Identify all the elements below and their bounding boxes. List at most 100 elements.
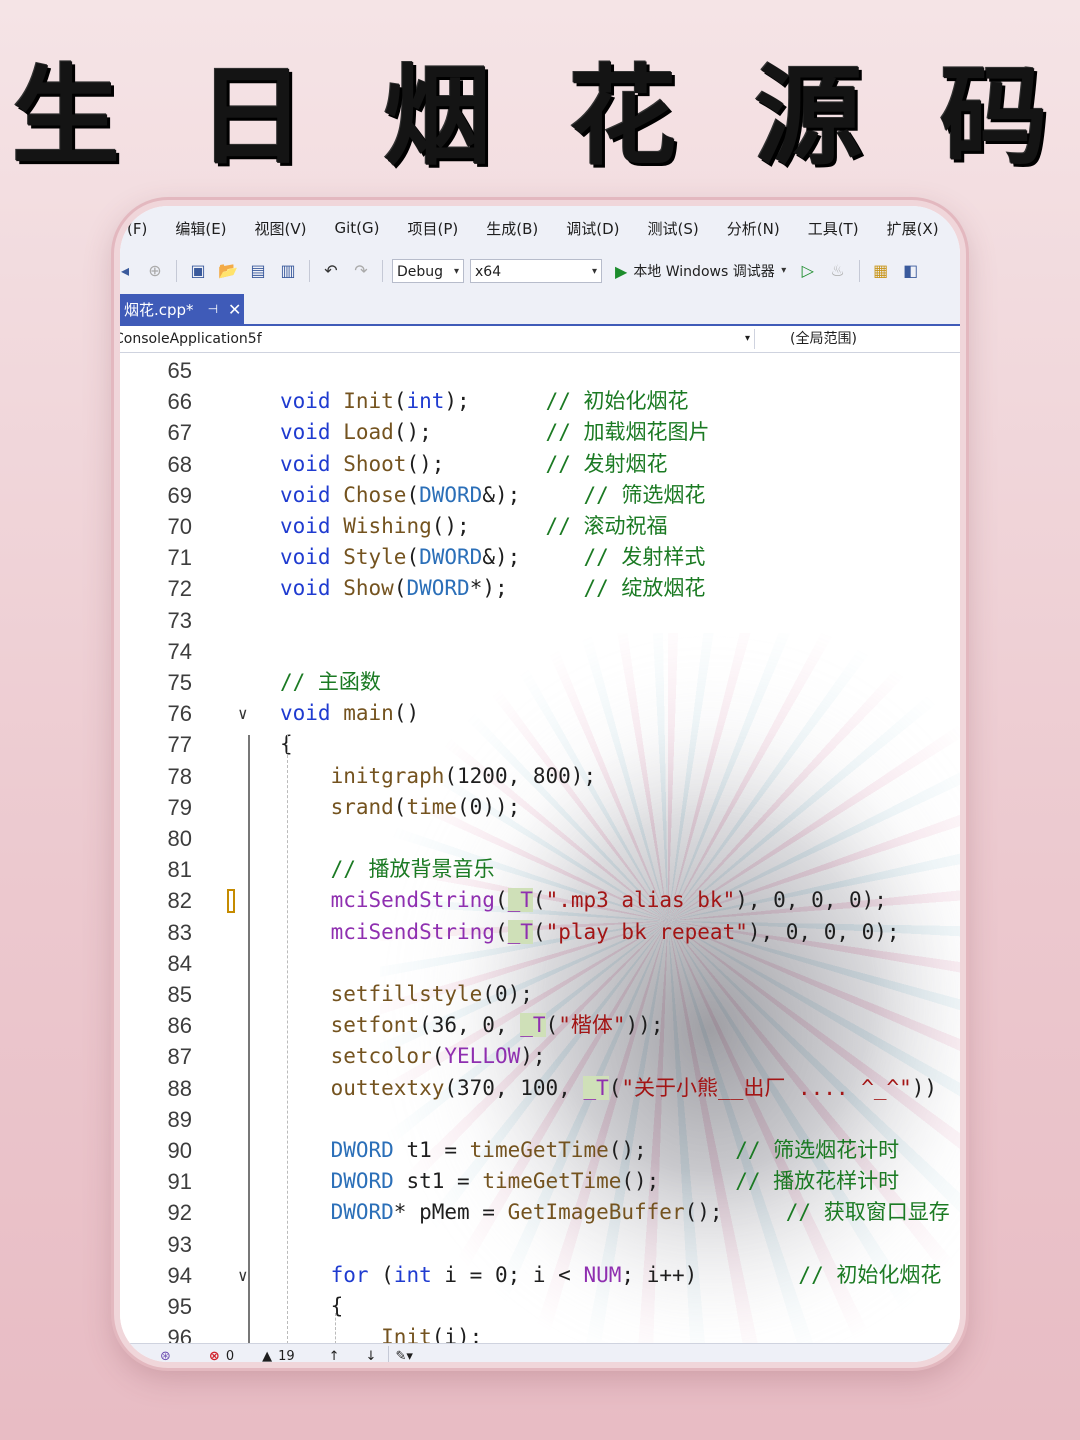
menu-item-10[interactable]: 扩展(X)	[885, 216, 941, 241]
run-without-debug-icon[interactable]: ▷	[797, 260, 819, 282]
solution-explorer-icon[interactable]: ▦	[870, 260, 892, 282]
fold-chevron-icon[interactable]: ∨	[238, 1260, 248, 1291]
code-text: void Init(int); // 初始化烟花	[280, 386, 689, 417]
save-all-icon[interactable]: ▥	[277, 260, 299, 282]
code-line[interactable]: 95 {	[120, 1291, 960, 1322]
menu-item-5[interactable]: 生成(B)	[484, 216, 540, 241]
code-line[interactable]: 88 outtextxy(370, 100, _T("关于小熊__出厂 ....…	[120, 1073, 960, 1104]
code-token: // 初始化烟花	[798, 1262, 942, 1287]
menu-item-7[interactable]: 测试(S)	[646, 216, 701, 241]
code-line[interactable]: 87 setcolor(YELLOW);	[120, 1041, 960, 1072]
project-dropdown[interactable]: ConsoleApplication5f ▾	[120, 329, 755, 349]
menu-item-8[interactable]: 分析(N)	[725, 216, 782, 241]
code-line[interactable]: 74	[120, 636, 960, 667]
code-line[interactable]: 90 DWORD t1 = timeGetTime(); // 筛选烟花计时	[120, 1135, 960, 1166]
code-line[interactable]: 71 void Style(DWORD&); // 发射样式	[120, 542, 960, 573]
menu-item-3[interactable]: Git(G)	[333, 217, 382, 239]
code-line[interactable]: 96 Init(i);	[120, 1322, 960, 1343]
run-icon[interactable]: ▶	[615, 262, 627, 281]
chevron-down-icon: ▾	[591, 266, 597, 277]
nav-forward-icon[interactable]: ⊕	[144, 260, 166, 282]
code-line[interactable]: 68 void Shoot(); // 发射烟花	[120, 449, 960, 480]
code-line[interactable]: 86 setfont(36, 0, _T("楷体"));	[120, 1010, 960, 1041]
code-token: Style	[343, 545, 407, 570]
new-project-icon[interactable]: ▣	[187, 260, 209, 282]
arrow-down-icon[interactable]: ↓	[366, 1349, 377, 1362]
code-token: ();	[621, 1169, 660, 1194]
code-line[interactable]: 77{	[120, 729, 960, 760]
close-icon[interactable]: ✕	[228, 300, 241, 319]
arrow-up-icon[interactable]: ↑	[329, 1349, 340, 1362]
redo-icon[interactable]: ↷	[350, 260, 372, 282]
menu-item-0[interactable]: 件(F)	[120, 216, 149, 241]
code-token: (	[393, 794, 407, 819]
run-debugger-button[interactable]: 本地 Windows 调试器	[633, 261, 774, 281]
code-token: // 加载烟花图片	[545, 420, 710, 445]
scope-dropdown[interactable]: (全局范围)	[790, 329, 857, 349]
code-token: (	[393, 576, 407, 601]
code-line[interactable]: 72 void Show(DWORD*); // 绽放烟花	[120, 573, 960, 604]
open-folder-icon[interactable]: 📂	[217, 260, 239, 282]
code-token: setfont	[330, 1013, 420, 1038]
code-line[interactable]: 75 // 主函数	[120, 667, 960, 698]
git-icon[interactable]: ⊛	[160, 1349, 171, 1362]
config-select[interactable]: Debug ▾	[392, 259, 464, 283]
hot-reload-icon[interactable]: ♨	[827, 260, 849, 282]
code-line[interactable]: 84	[120, 948, 960, 979]
code-text: void Style(DWORD&); // 发射样式	[280, 542, 705, 573]
code-token: main	[343, 701, 394, 726]
code-token: Init	[381, 1325, 432, 1343]
code-line[interactable]: 73	[120, 605, 960, 636]
code-line[interactable]: 83 mciSendString(_T("play bk repeat"), 0…	[120, 917, 960, 948]
toolbar-separator	[382, 260, 383, 282]
code-line[interactable]: 93	[120, 1229, 960, 1260]
window-icon[interactable]: ◧	[900, 260, 922, 282]
code-text: srand(time(0));	[280, 792, 521, 823]
error-count[interactable]: 0	[226, 1349, 234, 1362]
pin-icon[interactable]: ⊣	[208, 302, 218, 316]
tab-source-file[interactable]: 烟花.cpp* ⊣ ✕	[120, 294, 244, 324]
code-line[interactable]: 92 DWORD* pMem = GetImageBuffer(); // 获取…	[120, 1197, 960, 1228]
chevron-down-icon[interactable]: ▾	[779, 260, 789, 282]
cleanup-icon[interactable]: ✎▾	[395, 1349, 412, 1362]
code-line[interactable]: 80	[120, 823, 960, 854]
indent-guide	[287, 735, 288, 1343]
line-number: 87	[167, 1044, 192, 1070]
code-line[interactable]: 91 DWORD st1 = timeGetTime(); // 播放花样计时	[120, 1166, 960, 1197]
error-icon[interactable]: ⊗	[209, 1349, 220, 1362]
code-token: Show	[343, 576, 394, 601]
code-line[interactable]: 79 srand(time(0));	[120, 792, 960, 823]
menu-item-2[interactable]: 视图(V)	[253, 216, 309, 241]
code-line[interactable]: 70 void Wishing(); // 滚动祝福	[120, 511, 960, 542]
platform-select[interactable]: x64 ▾	[470, 259, 602, 283]
code-line[interactable]: 67 void Load(); // 加载烟花图片	[120, 417, 960, 448]
code-line[interactable]: 94 ∨ for (int i = 0; i < NUM; i++) // 初始化…	[120, 1260, 960, 1291]
code-line[interactable]: 82 mciSendString(_T(".mp3 alias bk"), 0,…	[120, 885, 960, 916]
warning-icon[interactable]: ▲	[262, 1349, 272, 1362]
code-editor[interactable]: 65 66 void Init(int); // 初始化烟花 67 void Load(…	[120, 353, 960, 1343]
menu-item-6[interactable]: 调试(D)	[564, 216, 621, 241]
menu-item-1[interactable]: 编辑(E)	[173, 216, 228, 241]
fold-chevron-icon[interactable]: ∨	[238, 698, 248, 729]
warning-count[interactable]: 19	[278, 1349, 295, 1362]
nav-back-icon[interactable]: ◂	[120, 260, 136, 282]
line-number: 82	[167, 888, 192, 914]
code-line[interactable]: 65	[120, 355, 960, 386]
code-line[interactable]: 81 // 播放背景音乐	[120, 854, 960, 885]
code-line[interactable]: 69 void Chose(DWORD&); // 筛选烟花	[120, 480, 960, 511]
save-icon[interactable]: ▤	[247, 260, 269, 282]
code-line[interactable]: 78 initgraph(1200, 800);	[120, 761, 960, 792]
code-line[interactable]: 89	[120, 1104, 960, 1135]
code-line[interactable]: 66 void Init(int); // 初始化烟花	[120, 386, 960, 417]
code-token: NUM	[583, 1262, 622, 1287]
menu-item-9[interactable]: 工具(T)	[806, 216, 861, 241]
line-number: 85	[167, 982, 192, 1007]
undo-icon[interactable]: ↶	[320, 260, 342, 282]
code-line[interactable]: 85 setfillstyle(0);	[120, 979, 960, 1010]
menu-item-4[interactable]: 项目(P)	[406, 216, 461, 241]
indent-guide	[248, 1281, 250, 1343]
code-line[interactable]: 76 ∨ void main()	[120, 698, 960, 729]
code-token: Load	[343, 420, 394, 445]
